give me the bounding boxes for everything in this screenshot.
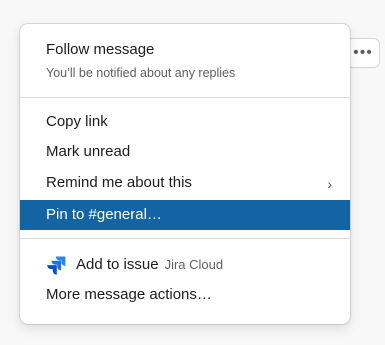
message-context-stage: ••• Follow message You’ll be notified ab… <box>0 0 385 345</box>
follow-message-subtitle: You’ll be notified about any replies <box>46 66 236 80</box>
more-message-actions-item[interactable]: More message actions… <box>20 280 350 310</box>
jira-icon <box>47 256 66 275</box>
copy-link-label: Copy link <box>46 113 108 130</box>
add-to-issue-item[interactable]: Add to issue Jira Cloud <box>20 250 350 280</box>
remind-me-item[interactable]: Remind me about this › <box>20 168 350 198</box>
jira-cloud-label: Jira Cloud <box>164 257 224 272</box>
follow-message-label: Follow message <box>46 41 155 58</box>
more-actions-button[interactable]: ••• <box>346 38 380 68</box>
ellipsis-icon: ••• <box>353 44 373 61</box>
mark-unread-item[interactable]: Mark unread <box>20 137 350 167</box>
remind-me-label: Remind me about this <box>46 174 192 191</box>
pin-to-channel-label: Pin to #general… <box>46 206 162 223</box>
follow-message-item[interactable]: Follow message <box>20 40 350 60</box>
mark-unread-label: Mark unread <box>46 143 131 160</box>
message-actions-menu: Follow message You’ll be notified about … <box>20 24 350 324</box>
pin-to-channel-item[interactable]: Pin to #general… <box>20 200 350 230</box>
add-to-issue-label: Add to issue <box>76 256 159 273</box>
menu-divider <box>20 97 350 98</box>
chevron-right-icon: › <box>327 176 332 192</box>
copy-link-item[interactable]: Copy link <box>20 107 350 137</box>
more-message-actions-label: More message actions… <box>46 286 212 303</box>
menu-divider <box>20 238 350 239</box>
